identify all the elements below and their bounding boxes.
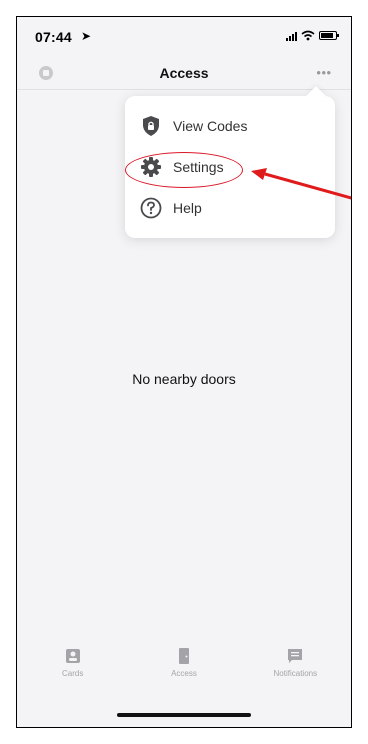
tab-label: Access — [171, 669, 197, 678]
status-time: 07:44 — [35, 29, 72, 45]
gear-icon — [139, 155, 163, 179]
shield-lock-icon — [139, 114, 163, 138]
menu-item-help[interactable]: Help — [139, 194, 202, 222]
message-icon — [288, 649, 303, 663]
menu-item-label: Settings — [173, 159, 224, 175]
tab-access[interactable]: Access — [134, 647, 234, 678]
menu-item-label: View Codes — [173, 118, 248, 134]
nav-bar: Access ••• — [17, 55, 351, 90]
status-icons — [286, 30, 339, 41]
status-bar: 07:44 ➤ — [17, 17, 351, 55]
empty-state-message: No nearby doors — [132, 371, 236, 387]
menu-item-settings[interactable]: Settings — [139, 153, 224, 181]
tab-bar: Cards Access Notifications — [17, 647, 351, 695]
card-icon — [65, 649, 80, 663]
question-circle-icon — [139, 196, 163, 220]
menu-item-view-codes[interactable]: View Codes — [139, 112, 247, 140]
phone-screen: 07:44 ➤ Access ••• View Codes Settings H… — [16, 16, 352, 728]
door-icon — [178, 648, 189, 664]
location-arrow-icon: ➤ — [81, 29, 92, 43]
tab-cards[interactable]: Cards — [23, 647, 123, 678]
wifi-icon — [301, 30, 315, 41]
tab-label: Notifications — [273, 669, 318, 678]
signal-icon — [286, 31, 297, 41]
home-indicator[interactable] — [117, 713, 251, 717]
menu-item-label: Help — [173, 200, 202, 216]
battery-icon — [319, 31, 339, 40]
more-options-button[interactable]: ••• — [311, 63, 337, 81]
tab-label: Cards — [61, 669, 84, 678]
tab-notifications[interactable]: Notifications — [245, 647, 345, 678]
page-title: Access — [159, 65, 209, 81]
overflow-menu: View Codes Settings Help — [125, 96, 335, 238]
